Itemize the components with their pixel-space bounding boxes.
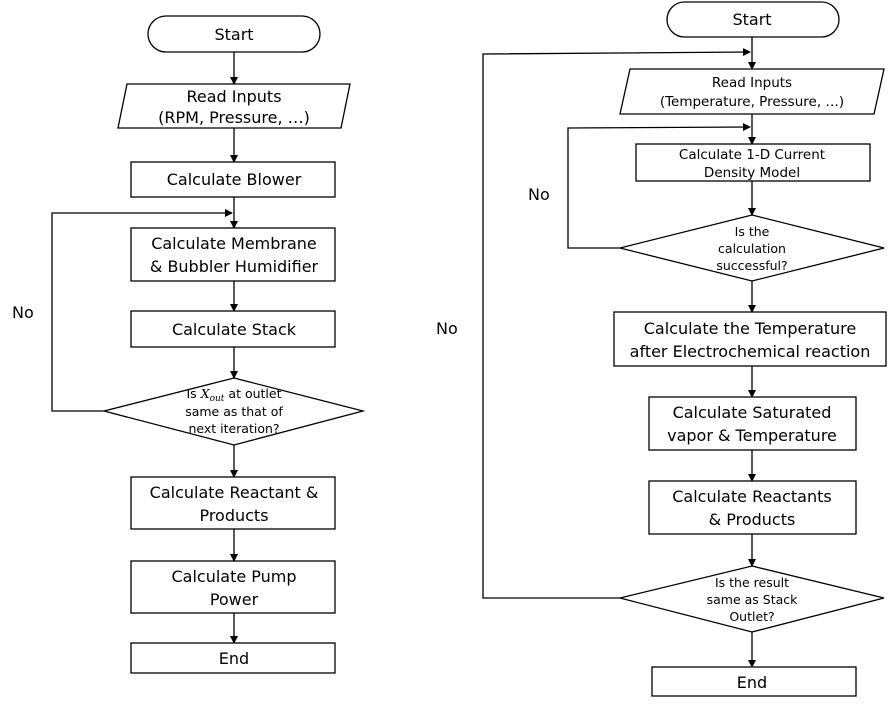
left-membrane-box: Calculate Membrane & Bubbler Humidifier: [130, 227, 336, 282]
left-decision-line3: next iteration?: [188, 421, 279, 436]
right-decision1-line3: successful?: [716, 258, 787, 273]
right-read-inputs-line2: (Temperature, Pressure, …): [660, 94, 844, 110]
right-decision1-line1: Is the: [735, 224, 770, 239]
right-reactants-box: Calculate Reactants & Products: [648, 480, 857, 535]
right-read-inputs: Read Inputs (Temperature, Pressure, …): [619, 68, 885, 115]
left-read-inputs: Read Inputs (RPM, Pressure, …): [117, 83, 351, 129]
left-stack-label: Calculate Stack: [172, 320, 297, 339]
right-decision1-line2: calculation: [718, 241, 786, 256]
right-read-inputs-line1: Read Inputs: [712, 75, 792, 91]
left-read-inputs-line1: Read Inputs: [186, 87, 281, 106]
right-decision2-line1: Is the result: [715, 575, 789, 590]
left-end-label: End: [219, 649, 249, 668]
left-membrane-line2: & Bubbler Humidifier: [150, 257, 319, 276]
left-decision: Is Xout at outlet same as that of next i…: [103, 377, 366, 446]
right-temperature-line2: after Electrochemical reaction: [630, 342, 871, 361]
right-decision2-line3: Outlet?: [729, 609, 774, 624]
left-blower-label: Calculate Blower: [167, 170, 302, 189]
left-end-box: End: [130, 642, 336, 674]
left-reactant-box: Calculate Reactant & Products: [130, 476, 336, 530]
right-saturated-line2: vapor & Temperature: [667, 426, 837, 445]
left-blower-box: Calculate Blower: [130, 161, 336, 198]
left-flowchart: Start Read Inputs (RPM, Pressure, …) Cal…: [12, 15, 366, 674]
right-current-density-line1: Calculate 1-D Current: [679, 147, 825, 163]
right-start-terminal: Start: [666, 1, 840, 38]
flowchart-diagram: Start Read Inputs (RPM, Pressure, …) Cal…: [12, 1, 887, 697]
right-decision-2: Is the result same as Stack Outlet?: [619, 565, 885, 633]
right-current-density-box: Calculate 1-D Current Density Model: [635, 143, 871, 182]
left-stack-box: Calculate Stack: [130, 310, 336, 348]
left-decision-line2: same as that of: [185, 404, 283, 419]
right-decision2-line2: same as Stack: [707, 592, 799, 607]
right-saturated-box: Calculate Saturated vapor & Temperature: [648, 396, 857, 451]
right-reactants-line1: Calculate Reactants: [672, 487, 831, 506]
right-current-density-line2: Density Model: [704, 165, 800, 181]
right-decision-1: Is the calculation successful?: [619, 214, 885, 282]
left-no-label: No: [12, 303, 34, 322]
right-outer-no-label: No: [436, 319, 458, 338]
left-reactant-line2: Products: [199, 506, 268, 525]
left-start-label: Start: [214, 25, 253, 44]
left-start-terminal: Start: [147, 15, 321, 53]
right-temperature-box: Calculate the Temperature after Electroc…: [613, 311, 887, 367]
right-flowchart: Start No Read Inputs (Temperature, Press…: [436, 1, 887, 697]
left-pump-box: Calculate Pump Power: [130, 560, 336, 614]
right-start-label: Start: [732, 10, 771, 29]
right-inner-no-label: No: [528, 185, 550, 204]
left-read-inputs-line2: (RPM, Pressure, …): [158, 108, 310, 127]
left-membrane-line1: Calculate Membrane: [151, 234, 317, 253]
right-reactants-line2: & Products: [709, 510, 796, 529]
left-pump-line2: Power: [210, 590, 259, 609]
right-saturated-line1: Calculate Saturated: [673, 403, 832, 422]
right-end-label: End: [737, 673, 767, 692]
right-end-box: End: [651, 666, 857, 697]
left-pump-line1: Calculate Pump: [171, 567, 296, 586]
left-reactant-line1: Calculate Reactant &: [150, 483, 319, 502]
right-temperature-line1: Calculate the Temperature: [644, 319, 857, 338]
